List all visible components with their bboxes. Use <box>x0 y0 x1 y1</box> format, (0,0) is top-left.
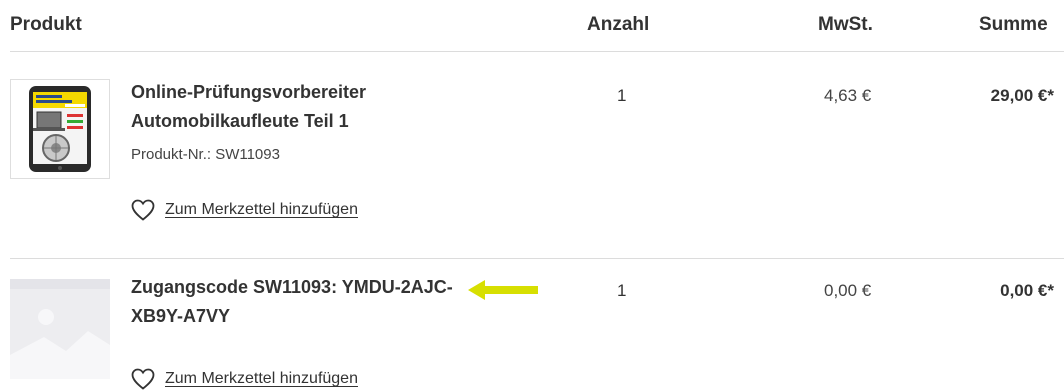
arrow-left-icon <box>468 280 538 300</box>
product-title[interactable]: Online-Prüfungsvorbereiter Automobilkauf… <box>131 78 471 136</box>
image-placeholder-icon <box>10 279 110 379</box>
column-header-product: Produkt <box>10 14 82 35</box>
column-header-vat: MwSt. <box>818 14 873 35</box>
tablet-product-cover-icon <box>29 86 91 172</box>
column-header-quantity: Anzahl <box>587 14 650 35</box>
header-divider <box>10 51 1064 52</box>
product-title[interactable]: Zugangscode SW11093: YMDU-2AJC- XB9Y-A7V… <box>131 273 471 331</box>
vat-value: 4,63 € <box>824 86 872 105</box>
wishlist-label[interactable]: Zum Merkzettel hinzufügen <box>165 201 358 219</box>
heart-outline-icon <box>131 368 155 390</box>
add-to-wishlist-button[interactable]: Zum Merkzettel hinzufügen <box>131 199 358 221</box>
product-number: Produkt-Nr.: SW11093 <box>131 146 280 163</box>
add-to-wishlist-button[interactable]: Zum Merkzettel hinzufügen <box>131 368 358 390</box>
wishlist-label[interactable]: Zum Merkzettel hinzufügen <box>165 370 358 388</box>
product-title-line1[interactable]: Online-Prüfungsvorbereiter <box>131 78 471 107</box>
column-header-sum: Summe <box>979 14 1048 35</box>
product-title-line1[interactable]: Zugangscode SW11093: YMDU-2AJC- <box>131 273 471 302</box>
sum-value: 29,00 €* <box>990 86 1054 105</box>
product-title-line2[interactable]: XB9Y-A7VY <box>131 302 471 331</box>
product-thumbnail-placeholder[interactable] <box>10 279 110 379</box>
product-thumbnail[interactable] <box>10 79 110 179</box>
quantity-value: 1 <box>617 281 627 300</box>
vat-value: 0,00 € <box>824 281 872 300</box>
heart-outline-icon <box>131 199 155 221</box>
sum-value: 0,00 €* <box>1000 281 1054 300</box>
quantity-value: 1 <box>617 86 627 105</box>
product-title-line2[interactable]: Automobilkaufleute Teil 1 <box>131 107 471 136</box>
row-divider <box>10 258 1064 259</box>
